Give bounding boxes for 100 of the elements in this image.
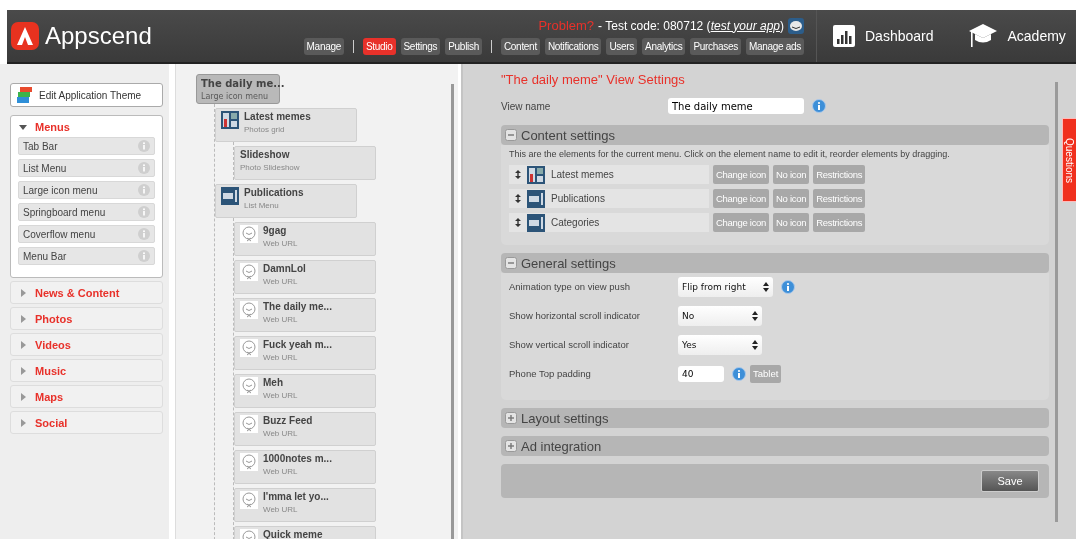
tree-node[interactable]: 9gag Web URL bbox=[234, 222, 376, 256]
info-icon bbox=[138, 162, 150, 174]
caret-right-icon bbox=[19, 314, 27, 323]
node-type: Web URL bbox=[263, 353, 299, 362]
settings-title: "The daily meme" View Settings bbox=[501, 72, 686, 87]
bar-chart-icon bbox=[833, 25, 855, 47]
node-title: Publications bbox=[244, 187, 304, 198]
section-header[interactable]: Content settings bbox=[501, 125, 1049, 145]
test-app-link[interactable]: test your app bbox=[710, 18, 780, 33]
node-type: Web URL bbox=[263, 277, 299, 286]
tree-node[interactable]: 1000notes m... Web URL bbox=[234, 450, 376, 484]
menu-type-item[interactable]: Large icon menu bbox=[18, 181, 155, 199]
field-label: Phone Top padding bbox=[509, 368, 592, 379]
nav-tab[interactable]: Purchases bbox=[690, 37, 741, 55]
tree-node[interactable]: Slideshow Photo Slideshow bbox=[234, 146, 376, 180]
collapse-icon bbox=[505, 257, 517, 269]
header-link[interactable]: Dashboard bbox=[833, 25, 934, 47]
menu-type-item[interactable]: Coverflow menu bbox=[18, 225, 155, 243]
nav-tab[interactable]: Users bbox=[606, 37, 638, 55]
nav-tab[interactable]: Analytics bbox=[642, 37, 686, 55]
element-row[interactable]: Latest memes bbox=[509, 165, 709, 184]
accordion-header[interactable]: Maps bbox=[11, 386, 72, 407]
node-title: Fuck yeah m... bbox=[263, 339, 332, 350]
nav-tab[interactable]: Manage ads bbox=[745, 37, 804, 55]
menu-type-item[interactable]: List Menu bbox=[18, 159, 155, 177]
questions-tab[interactable]: Questions bbox=[1062, 118, 1076, 202]
accordion-header[interactable]: Social bbox=[11, 412, 76, 433]
accordion-header[interactable]: Music bbox=[11, 360, 75, 381]
scrollbar[interactable] bbox=[1055, 82, 1058, 522]
section-header[interactable]: Ad integration bbox=[501, 436, 1049, 456]
section-header[interactable]: Layout settings bbox=[501, 408, 1049, 428]
node-title: 1000notes m... bbox=[263, 453, 332, 464]
tree-node[interactable]: Fuck yeah m... Web URL bbox=[234, 336, 376, 370]
nav-tab[interactable]: Studio bbox=[362, 37, 396, 55]
nav-tab[interactable]: Settings bbox=[400, 37, 441, 55]
nav-tab[interactable]: Content bbox=[500, 37, 540, 55]
node-title: Latest memes bbox=[244, 111, 311, 122]
node-title: Meh bbox=[263, 377, 284, 388]
info-icon bbox=[138, 228, 150, 240]
element-row[interactable]: Publications bbox=[509, 189, 709, 208]
tree-node[interactable]: The daily me... Web URL bbox=[234, 298, 376, 332]
dropdown[interactable]: No bbox=[678, 305, 762, 326]
menu-type-item[interactable]: Springboard menu bbox=[18, 203, 155, 221]
field-label: Show vertical scroll indicator bbox=[509, 339, 630, 350]
section-header[interactable]: General settings bbox=[501, 253, 1049, 273]
accordion-header[interactable]: Photos bbox=[11, 308, 81, 329]
caret-right-icon bbox=[19, 288, 27, 297]
nav-tab[interactable]: Notifications bbox=[544, 37, 602, 55]
tree-node[interactable]: I'mma let yo... Web URL bbox=[234, 488, 376, 522]
color-layers-icon bbox=[17, 87, 33, 103]
node-type: Web URL bbox=[263, 467, 299, 476]
save-button[interactable]: Save bbox=[981, 470, 1039, 492]
menu-type-item[interactable]: Menu Bar bbox=[18, 247, 155, 265]
tree-node[interactable]: Meh Web URL bbox=[234, 374, 376, 408]
node-type: Web URL bbox=[263, 429, 299, 438]
tree-node[interactable]: DamnLol Web URL bbox=[234, 260, 376, 294]
header-link[interactable]: Academy bbox=[967, 22, 1066, 50]
list-icon bbox=[527, 189, 545, 208]
tree-node[interactable]: Latest memes Photos grid bbox=[215, 108, 357, 142]
menu-type-label: Coverflow menu bbox=[23, 228, 96, 240]
node-type: Photo Slideshow bbox=[240, 163, 300, 172]
node-title: Slideshow bbox=[240, 149, 291, 160]
node-type: Web URL bbox=[263, 239, 298, 248]
info-icon bbox=[138, 250, 150, 262]
accordion-header[interactable]: Menus bbox=[11, 116, 78, 137]
menu-type-label: Tab Bar bbox=[23, 140, 58, 152]
nav-tab[interactable]: Publish bbox=[445, 37, 482, 55]
nav-tab[interactable]: Manage bbox=[303, 37, 344, 55]
meme-face-icon bbox=[788, 17, 804, 34]
node-type: Large icon menu bbox=[201, 91, 270, 101]
caret-right-icon bbox=[19, 366, 27, 375]
accordion-header[interactable]: Videos bbox=[11, 334, 79, 355]
list-icon bbox=[221, 187, 239, 205]
info-icon bbox=[138, 184, 150, 196]
menu-type-label: List Menu bbox=[23, 162, 67, 174]
node-type: List Menu bbox=[244, 201, 280, 210]
node-title: Buzz Feed bbox=[263, 415, 313, 426]
drag-handle-icon bbox=[515, 194, 521, 203]
node-title: DamnLol bbox=[263, 263, 306, 274]
dropdown[interactable]: Yes bbox=[678, 334, 762, 355]
menu-type-item[interactable]: Tab Bar bbox=[18, 137, 155, 155]
field-label: Show horizontal scroll indicator bbox=[509, 310, 641, 321]
input-field[interactable]: 40 bbox=[678, 365, 724, 382]
menu-type-label: Springboard menu bbox=[23, 206, 106, 218]
caret-down-icon bbox=[19, 122, 27, 131]
collapse-icon bbox=[505, 129, 517, 141]
tree-node[interactable]: Buzz Feed Web URL bbox=[234, 412, 376, 446]
element-row[interactable]: Categories bbox=[509, 213, 709, 232]
scrollbar[interactable] bbox=[451, 84, 454, 539]
edit-theme-button[interactable]: Edit Application Theme bbox=[10, 83, 163, 107]
meme-face-icon bbox=[240, 263, 258, 281]
caret-right-icon bbox=[19, 340, 27, 349]
photo-grid-icon bbox=[527, 165, 545, 184]
dropdown[interactable]: Flip from right bbox=[678, 276, 773, 297]
tree-node[interactable]: Publications List Menu bbox=[215, 184, 357, 218]
node-type: Photos grid bbox=[244, 125, 286, 134]
view-name-field[interactable]: The daily meme bbox=[668, 98, 804, 114]
updown-arrows-icon bbox=[752, 310, 758, 321]
accordion-header[interactable]: News & Content bbox=[11, 282, 128, 303]
field-label: View name bbox=[501, 100, 552, 112]
